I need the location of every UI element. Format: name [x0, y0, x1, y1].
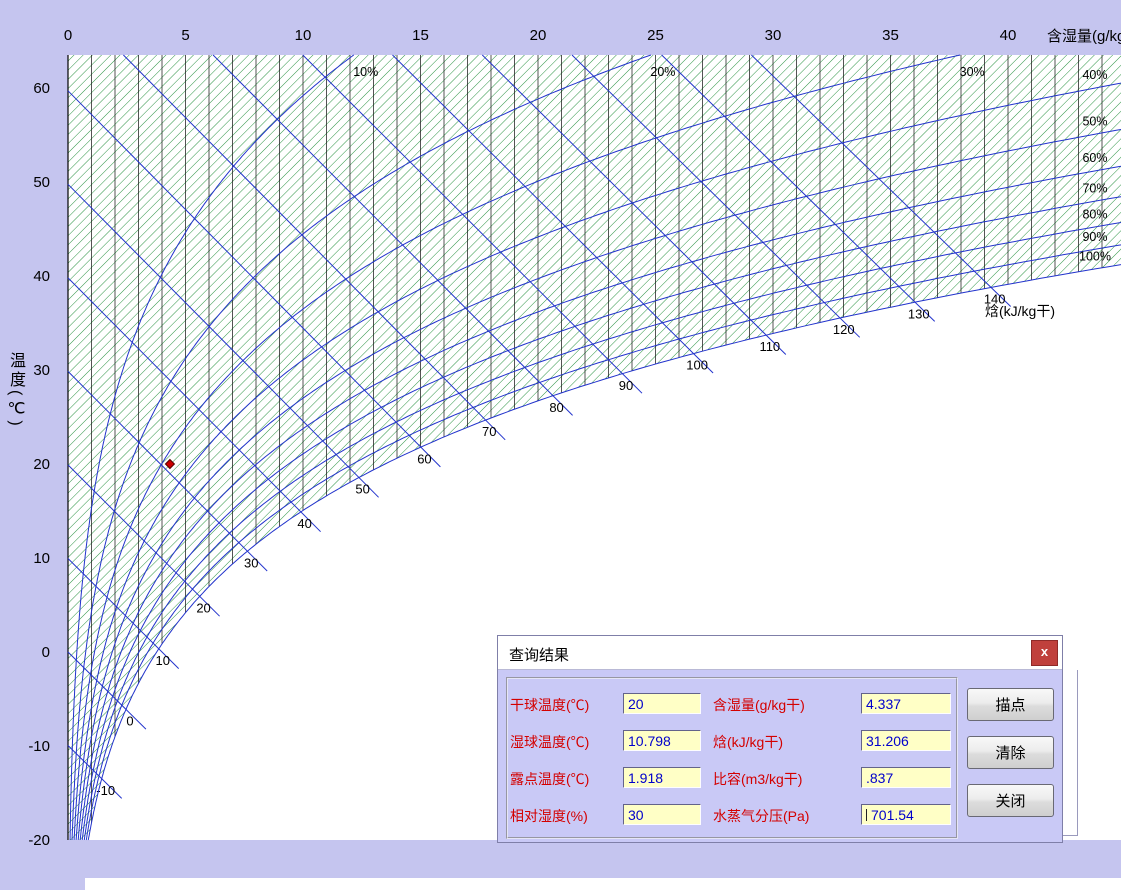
- x-tick-label: 15: [412, 27, 429, 44]
- background-groupbox-edge-horizontal: [1063, 835, 1078, 838]
- enthalpy-value-label: 50: [355, 482, 369, 497]
- relative-humidity-input[interactable]: 30: [623, 804, 701, 825]
- vapor-pressure-value: 701.54: [871, 807, 914, 823]
- dew-point-input[interactable]: 1.918: [623, 767, 701, 788]
- enthalpy-value-label: 100: [686, 358, 708, 373]
- rh-curve-label: 10%: [353, 65, 378, 79]
- bottom-window-strip: [85, 878, 1121, 890]
- x-tick-label: 20: [530, 27, 547, 44]
- x-tick-label: 35: [882, 27, 899, 44]
- rh-curve-label: 80%: [1082, 207, 1107, 221]
- enthalpy-value-label: 0: [126, 713, 133, 728]
- dew-point-value: 1.918: [628, 770, 663, 786]
- x-tick-label: 5: [181, 27, 189, 44]
- vapor-pressure-label: 水蒸气分压(Pa): [713, 806, 809, 826]
- enthalpy-value-label: 110: [759, 339, 780, 354]
- clear-button[interactable]: 清除: [967, 736, 1054, 769]
- text-caret: [866, 809, 867, 821]
- x-tick-label: 25: [647, 27, 664, 44]
- enthalpy-label: 焓(kJ/kg干): [713, 732, 783, 752]
- dew-point-label: 露点温度(℃): [510, 769, 589, 789]
- dry-bulb-input[interactable]: 20: [623, 693, 701, 714]
- humidity-ratio-label: 含湿量(g/kg干): [713, 695, 805, 715]
- enthalpy-value-label: 20: [196, 600, 210, 615]
- specific-volume-label: 比容(m3/kg干): [713, 769, 802, 789]
- rh-curve-label: 90%: [1082, 230, 1107, 244]
- y-tick-label: 0: [42, 644, 50, 661]
- dry-bulb-label: 干球温度(℃): [510, 695, 589, 715]
- close-icon[interactable]: x: [1031, 640, 1058, 666]
- y-tick-label: -10: [28, 738, 50, 755]
- dialog-title: 查询结果: [509, 644, 569, 665]
- relative-humidity-label: 相对湿度(%): [510, 806, 588, 826]
- y-tick-label: 40: [33, 268, 50, 285]
- close-dialog-button[interactable]: 关闭: [967, 784, 1054, 817]
- enthalpy-value-label: 70: [482, 424, 496, 439]
- specific-volume-value: .837: [866, 770, 893, 786]
- enthalpy-value-label: 130: [908, 306, 930, 321]
- enthalpy-value-label: 90: [619, 378, 633, 393]
- enthalpy-value-label: 120: [833, 322, 855, 337]
- vapor-pressure-input[interactable]: 701.54: [861, 804, 951, 825]
- y-tick-label: 60: [33, 80, 50, 97]
- x-tick-label: 30: [765, 27, 782, 44]
- y-tick-label: -20: [28, 832, 50, 849]
- x-tick-label: 40: [1000, 27, 1017, 44]
- enthalpy-value-label: 30: [244, 555, 258, 570]
- x-tick-label: 0: [64, 27, 72, 44]
- enthalpy-value: 31.206: [866, 733, 909, 749]
- specific-volume-input[interactable]: .837: [861, 767, 951, 788]
- humidity-ratio-input[interactable]: 4.337: [861, 693, 951, 714]
- relative-humidity-value: 30: [628, 807, 644, 823]
- enthalpy-value-label: 80: [549, 400, 563, 415]
- y-tick-label: 30: [33, 362, 50, 379]
- query-result-dialog: 查询结果 x 干球温度(℃) 20 含湿量(g/kg干) 4.337 湿球温度(…: [497, 635, 1063, 843]
- rh-curve-label: 100%: [1079, 250, 1111, 264]
- wet-bulb-input[interactable]: 10.798: [623, 730, 701, 751]
- y-tick-label: 20: [33, 456, 50, 473]
- enthalpy-value-label: 60: [417, 451, 431, 466]
- rh-curve-label: 50%: [1082, 114, 1107, 128]
- rh-curve-label: 60%: [1082, 151, 1107, 165]
- plot-point-button[interactable]: 描点: [967, 688, 1054, 721]
- rh-curve-label: 30%: [960, 65, 985, 79]
- rh-curve-label: 40%: [1082, 68, 1107, 82]
- wet-bulb-value: 10.798: [628, 733, 671, 749]
- dialog-titlebar[interactable]: 查询结果 x: [498, 636, 1062, 670]
- background-groupbox-edge-vertical: [1077, 670, 1080, 836]
- x-tick-label: 10: [295, 27, 312, 44]
- enthalpy-axis-title: 焓(kJ/kg干): [985, 303, 1055, 319]
- y-tick-label: 10: [33, 550, 50, 567]
- dry-bulb-value: 20: [628, 696, 644, 712]
- y-axis-title: 温度(℃): [3, 352, 27, 429]
- enthalpy-input[interactable]: 31.206: [861, 730, 951, 751]
- x-axis-title: 含湿量(g/kg干): [1047, 25, 1121, 46]
- enthalpy-value-label: 10: [156, 653, 170, 668]
- rh-curve-label: 70%: [1082, 182, 1107, 196]
- wet-bulb-label: 湿球温度(℃): [510, 732, 589, 752]
- y-tick-label: 50: [33, 174, 50, 191]
- rh-curve-label: 20%: [650, 65, 675, 79]
- humidity-ratio-value: 4.337: [866, 696, 901, 712]
- enthalpy-value-label: 40: [297, 516, 311, 531]
